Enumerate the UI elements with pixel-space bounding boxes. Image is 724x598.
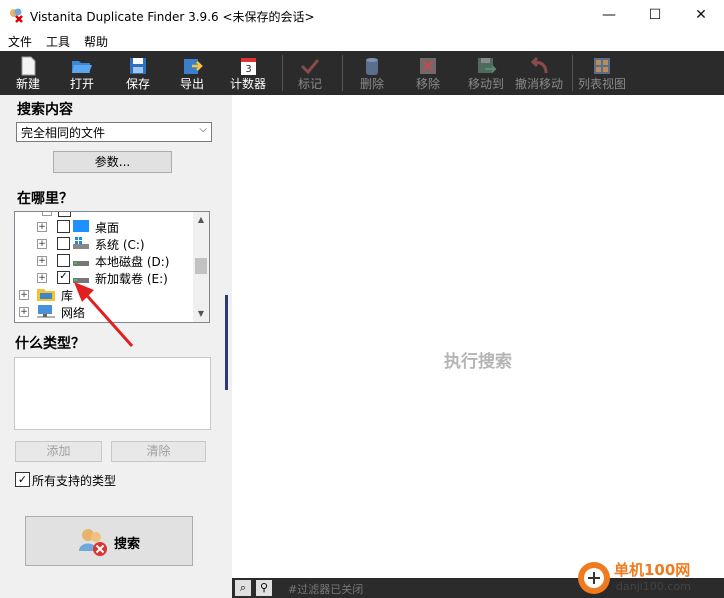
toolbar-list-view-button[interactable]: 列表视图 — [576, 51, 628, 95]
toolbar-undo-move-button[interactable]: 撤消移动 — [512, 51, 566, 95]
svg-text:3: 3 — [245, 64, 251, 75]
filter-icon[interactable]: ⚲ — [256, 580, 272, 596]
expand-icon[interactable]: + — [37, 222, 47, 232]
toolbar-counter-button[interactable]: 3 计数器 — [224, 51, 272, 95]
minimize-button[interactable]: — — [586, 0, 632, 31]
toolbar-separator — [282, 55, 283, 91]
tree-scrollbar[interactable]: ▲ ▼ — [193, 212, 209, 322]
remove-x-icon — [420, 58, 436, 74]
menu-file[interactable]: 文件 — [8, 33, 32, 50]
checkbox-drive-c[interactable] — [57, 237, 70, 250]
watermark: 单机100网 danji100.com — [572, 558, 724, 598]
new-doc-icon — [21, 56, 36, 76]
menu-help[interactable]: 帮助 — [84, 33, 108, 50]
search-button[interactable]: 搜索 — [25, 516, 193, 566]
types-heading: 什么类型？ — [15, 336, 85, 352]
all-types-label: 所有支持的类型 — [32, 474, 117, 488]
undo-icon — [530, 56, 548, 74]
tree-item-drive-d[interactable]: + 本地磁盘 (D:) — [37, 252, 197, 269]
scroll-down-icon[interactable]: ▼ — [193, 306, 209, 322]
toolbar-export-button[interactable]: 导出 — [168, 51, 216, 95]
close-button[interactable]: ✕ — [678, 0, 724, 31]
desktop-icon — [73, 220, 89, 232]
list-view-icon — [594, 58, 610, 74]
scrollbar-thumb[interactable] — [195, 258, 207, 274]
toolbar-separator — [572, 55, 573, 91]
toolbar-mark-button[interactable]: 标记 — [286, 51, 334, 95]
panel-splitter[interactable] — [222, 95, 232, 598]
window-title: Vistanita Duplicate Finder 3.9.6 <未保存的会话… — [30, 10, 315, 24]
network-icon — [37, 305, 55, 318]
where-heading: 在哪里？ — [17, 191, 73, 207]
toolbar-move-to-button[interactable]: 移动到 — [462, 51, 510, 95]
search-button-label: 搜索 — [114, 537, 141, 552]
export-icon — [184, 59, 203, 74]
results-placeholder: 执行搜索 — [444, 352, 512, 372]
watermark-url: danji100.com — [616, 580, 691, 593]
maximize-button[interactable]: ☐ — [632, 0, 678, 31]
checkmark-icon — [300, 59, 320, 75]
open-folder-icon — [72, 61, 92, 73]
splitter-handle[interactable] — [225, 295, 228, 390]
toolbar-separator — [342, 55, 343, 91]
filter-status: #过滤器已关闭 — [288, 583, 364, 596]
chevron-down-icon: ⌵ — [199, 124, 207, 135]
magnifier-icon[interactable]: ⌕ — [235, 580, 251, 596]
tree-item-desktop[interactable]: + 桌面 — [37, 218, 197, 235]
toolbar-delete-button[interactable]: 删除 — [348, 51, 396, 95]
tree-item-drive-c[interactable]: + 系统 (C:) — [37, 235, 197, 252]
trash-icon — [366, 58, 378, 75]
toolbar-open-button[interactable]: 打开 — [58, 51, 106, 95]
scroll-up-icon[interactable]: ▲ — [193, 212, 209, 228]
checkbox-drive-e-checked[interactable]: ✓ — [57, 271, 70, 284]
menu-bar: 文件 工具 帮助 — [0, 31, 724, 51]
expand-icon[interactable]: + — [19, 290, 29, 300]
checkbox-drive-d[interactable] — [57, 254, 70, 267]
expand-icon[interactable]: + — [37, 239, 47, 249]
counter-calendar-icon: 3 — [241, 58, 256, 75]
file-types-list[interactable] — [14, 357, 211, 430]
app-logo-icon — [10, 8, 23, 23]
tree-label: 系统 (C:) — [95, 238, 145, 252]
tree-label: 本地磁盘 (D:) — [95, 255, 170, 269]
drive-icon — [73, 261, 89, 266]
watermark-logo-icon — [578, 562, 610, 594]
search-mode-value: 完全相同的文件 — [21, 126, 106, 140]
results-pane[interactable]: 执行搜索 — [232, 95, 724, 578]
expand-icon[interactable]: + — [37, 273, 47, 283]
title-bar: Vistanita Duplicate Finder 3.9.6 <未保存的会话… — [0, 0, 724, 31]
toolbar-new-button[interactable]: 新建 — [4, 51, 52, 95]
add-type-button[interactable]: 添加 — [15, 441, 102, 462]
menu-tools[interactable]: 工具 — [46, 33, 70, 50]
search-mode-select[interactable]: 完全相同的文件 ⌵ — [16, 122, 212, 142]
params-button[interactable]: 参数... — [53, 151, 172, 173]
expand-icon[interactable]: + — [37, 256, 47, 266]
expand-icon[interactable]: + — [19, 307, 29, 317]
all-types-checkbox[interactable]: ✓ — [15, 472, 30, 487]
search-people-icon — [79, 529, 107, 556]
tree-label: 桌面 — [95, 221, 120, 235]
checkbox-desktop[interactable] — [57, 220, 70, 233]
toolbar: 新建 打开 保存 导出 3 计数器 标记 删除 移除 移动到 撤消移动 列表视图 — [0, 51, 724, 95]
search-content-heading: 搜索内容 — [17, 102, 73, 118]
library-icon — [37, 289, 55, 301]
windows-drive-icon — [73, 237, 89, 249]
watermark-cn: 单机100网 — [614, 561, 691, 579]
move-to-icon — [478, 58, 497, 73]
save-disk-icon — [130, 58, 146, 74]
toolbar-save-button[interactable]: 保存 — [114, 51, 162, 95]
clear-types-button[interactable]: 清除 — [111, 441, 206, 462]
toolbar-remove-button[interactable]: 移除 — [404, 51, 452, 95]
